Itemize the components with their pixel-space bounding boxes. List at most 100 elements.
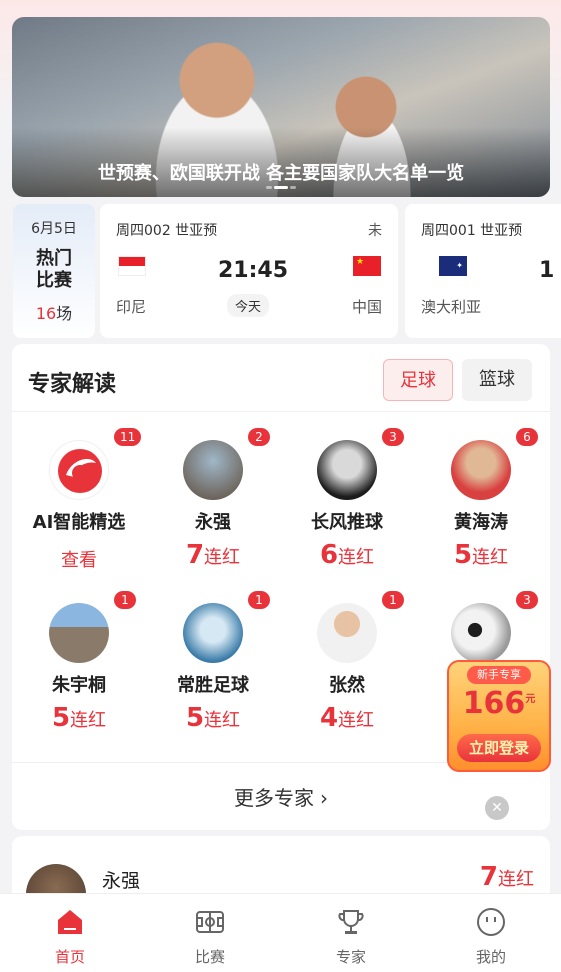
expert-avatar [451,440,511,500]
hot-matches-count-unit: 场 [56,304,73,323]
hot-matches-count: 16场 [13,300,95,324]
match-day: 今天 [227,294,270,317]
tab-football[interactable]: 足球 [383,359,453,401]
tab-basketball[interactable]: 篮球 [462,359,532,401]
newbie-promo[interactable]: 新手专享 166元 立即登录 [447,660,551,772]
away-team: 中国 [352,298,383,316]
nav-matches-label: 比赛 [194,948,225,966]
pitch-icon [196,911,224,933]
streak-number: 4 [319,703,339,733]
streak-number: 7 [479,862,498,892]
expert-streak: 5连红 [414,540,548,570]
expert-item[interactable]: 2 永强 7连红 [146,428,280,578]
expert-badge: 6 [516,428,538,446]
streak-suffix: 连红 [70,710,107,731]
streak-suffix: 连红 [204,710,241,731]
expert-streak: 5连红 [12,703,146,733]
expert-name: 朱宇桐 [52,675,106,696]
hot-matches-count-num: 16 [35,304,57,323]
nav-experts-label: 专家 [335,948,366,966]
close-icon[interactable]: ✕ [485,796,509,820]
streak-suffix: 连红 [338,547,375,568]
promo-amount: 166元 [449,686,549,721]
match-header: 周四001 世亚预 [421,223,523,239]
expert-name: 永强 [195,512,231,533]
view-link[interactable]: 查看 [12,546,146,572]
hot-matches-date: 6月5日 [31,221,77,237]
expert-badge: 2 [248,428,270,446]
hot-matches-card[interactable]: 6月5日 热门 比赛 16场 [13,204,95,338]
expert-item[interactable]: 1 张然 4连红 [280,591,414,741]
pagination-dot [266,186,272,189]
streak-number: 5 [51,703,71,733]
bottom-nav: 首页 比赛 专家 我的 [0,893,561,972]
promo-amount-unit: 元 [525,694,536,705]
promo-tag: 新手专享 [467,666,531,684]
expert-streak: 6连红 [280,540,414,570]
expert-name: 常胜足球 [177,675,249,696]
expert-badge: 3 [516,591,538,609]
login-button[interactable]: 立即登录 [457,734,541,762]
streak-suffix: 连红 [204,547,241,568]
match-header: 周四002 世亚预 [116,223,218,239]
expert-avatar [317,603,377,663]
expert-item[interactable]: 11 AI智能精选 查看 [12,428,146,578]
promo-amount-value: 166 [462,686,526,721]
expert-badge: 1 [382,591,404,609]
hot-matches-title-line2: 比赛 [36,270,72,291]
experts-title: 专家解读 [28,372,117,397]
hot-matches-title: 热门 比赛 [13,248,95,292]
expert-name: 长风推球 [311,512,383,533]
nav-matches[interactable]: 比赛 [140,894,280,972]
nav-home[interactable]: 首页 [0,894,140,972]
china-flag-icon [353,256,381,276]
streak-number: 5 [185,703,205,733]
expert-item[interactable]: 6 黄海涛 5连红 [414,428,548,578]
expert-name: 张然 [329,675,365,696]
expert-streak: 5连红 [146,703,280,733]
nav-profile[interactable]: 我的 [421,894,561,972]
more-experts-link[interactable]: 更多专家 › [12,782,550,811]
home-team: 澳大利亚 [421,298,482,316]
expert-streak: 7连红 [480,862,534,892]
expert-streak: 4连红 [280,703,414,733]
match-time: 21:45 [218,258,289,283]
hot-matches-title-line1: 热门 [36,248,72,269]
streak-suffix: 连红 [498,869,534,890]
expert-avatar [451,603,511,663]
expert-item[interactable]: 3 长风推球 6连红 [280,428,414,578]
expert-badge: 1 [248,591,270,609]
chevron-right-icon: › [320,786,328,810]
australia-flag-icon [439,256,467,276]
expert-item[interactable]: 1 朱宇桐 5连红 [12,591,146,741]
divider [12,411,550,412]
more-experts-label: 更多专家 [234,786,314,810]
nav-experts[interactable]: 专家 [281,894,421,972]
news-banner[interactable]: 世预赛、欧国联开战 各主要国家队大名单一览 [12,17,550,197]
expert-badge: 3 [382,428,404,446]
ai-logo-icon [49,440,109,500]
expert-avatar [49,603,109,663]
match-time: 1 [539,258,555,283]
expert-badge: 11 [114,428,142,446]
smiley-icon [477,908,505,936]
expert-avatar [183,440,243,500]
expert-name: 永强 [102,870,141,892]
expert-item[interactable]: 1 常胜足球 5连红 [146,591,280,741]
expert-name: 黄海涛 [454,512,508,533]
pagination-dot [290,186,296,189]
expert-badge: 1 [114,591,136,609]
nav-home-label: 首页 [54,948,85,966]
match-card[interactable]: 周四001 世亚预 1 澳大利亚 [405,204,561,338]
streak-number: 6 [319,540,339,570]
home-icon [58,910,82,934]
expert-name: AI智能精选 [32,512,126,533]
match-status: 未 [368,223,382,239]
home-team: 印尼 [116,298,147,316]
expert-avatar [317,440,377,500]
streak-suffix: 连红 [338,710,375,731]
pagination-dot-active [274,186,288,189]
streak-suffix: 连红 [472,547,509,568]
match-card[interactable]: 周四002 世亚预 未 21:45 印尼 今天 中国 [100,204,398,338]
streak-number: 7 [185,540,205,570]
